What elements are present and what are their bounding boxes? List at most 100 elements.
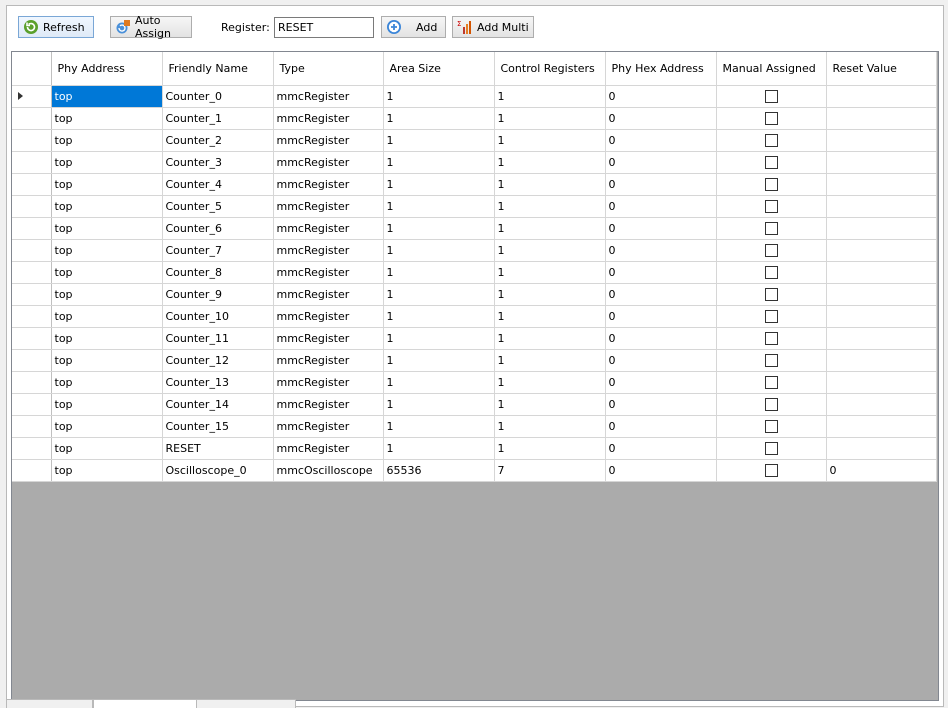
- row-header[interactable]: [12, 415, 52, 438]
- cell-reset-value[interactable]: [826, 151, 937, 174]
- cell-phy-hex-address[interactable]: 0: [605, 195, 717, 218]
- row-header[interactable]: [12, 151, 52, 174]
- cell-area-size[interactable]: 1: [383, 327, 495, 350]
- cell-control-registers[interactable]: 1: [494, 305, 606, 328]
- cell-phy-address[interactable]: top: [51, 459, 163, 482]
- cell-friendly-name[interactable]: Counter_13: [162, 371, 274, 394]
- cell-friendly-name[interactable]: Counter_12: [162, 349, 274, 372]
- cell-phy-hex-address[interactable]: 0: [605, 327, 717, 350]
- cell-reset-value[interactable]: [826, 85, 937, 108]
- manual-assigned-checkbox[interactable]: [764, 354, 778, 368]
- cell-phy-address[interactable]: top: [51, 305, 163, 328]
- tab-1[interactable]: [6, 699, 93, 708]
- cell-friendly-name[interactable]: Counter_3: [162, 151, 274, 174]
- row-header[interactable]: [12, 349, 52, 372]
- cell-type[interactable]: mmcRegister: [273, 151, 384, 174]
- cell-area-size[interactable]: 1: [383, 217, 495, 240]
- row-header[interactable]: [12, 195, 52, 218]
- table-row[interactable]: top Counter_0 mmcRegister 1 1 0: [12, 85, 937, 108]
- cell-control-registers[interactable]: 1: [494, 173, 606, 196]
- cell-control-registers[interactable]: 1: [494, 195, 606, 218]
- manual-assigned-checkbox[interactable]: [764, 222, 778, 236]
- cell-control-registers[interactable]: 1: [494, 415, 606, 438]
- cell-area-size[interactable]: 1: [383, 305, 495, 328]
- cell-area-size[interactable]: 1: [383, 371, 495, 394]
- cell-phy-hex-address[interactable]: 0: [605, 85, 717, 108]
- cell-phy-address[interactable]: top: [51, 129, 163, 152]
- manual-assigned-checkbox[interactable]: [764, 244, 778, 258]
- column-header[interactable]: Reset Value: [826, 52, 937, 86]
- manual-assigned-checkbox[interactable]: [764, 178, 778, 192]
- cell-phy-hex-address[interactable]: 0: [605, 371, 717, 394]
- cell-friendly-name[interactable]: Counter_4: [162, 173, 274, 196]
- cell-reset-value[interactable]: [826, 261, 937, 284]
- cell-reset-value[interactable]: [826, 283, 937, 306]
- cell-phy-address[interactable]: top: [51, 327, 163, 350]
- row-header[interactable]: [12, 283, 52, 306]
- register-grid[interactable]: Phy Address Friendly Name Type Area Size…: [11, 51, 939, 701]
- cell-control-registers[interactable]: 1: [494, 107, 606, 130]
- table-row[interactable]: top Counter_13 mmcRegister 1 1 0: [12, 371, 937, 394]
- cell-type[interactable]: mmcRegister: [273, 239, 384, 262]
- tab-2[interactable]: [93, 699, 197, 708]
- table-row[interactable]: top Counter_7 mmcRegister 1 1 0: [12, 239, 937, 262]
- cell-friendly-name[interactable]: Counter_2: [162, 129, 274, 152]
- cell-type[interactable]: mmcRegister: [273, 261, 384, 284]
- cell-area-size[interactable]: 1: [383, 283, 495, 306]
- cell-phy-hex-address[interactable]: 0: [605, 107, 717, 130]
- cell-phy-address[interactable]: top: [51, 393, 163, 416]
- table-row[interactable]: top Counter_4 mmcRegister 1 1 0: [12, 173, 937, 196]
- cell-type[interactable]: mmcOscilloscope: [273, 459, 384, 482]
- cell-control-registers[interactable]: 1: [494, 261, 606, 284]
- row-header[interactable]: [12, 393, 52, 416]
- row-header[interactable]: [12, 129, 52, 152]
- cell-area-size[interactable]: 1: [383, 107, 495, 130]
- cell-phy-address[interactable]: top: [51, 217, 163, 240]
- add-button[interactable]: Add: [381, 16, 446, 38]
- row-header[interactable]: [12, 437, 52, 460]
- cell-control-registers[interactable]: 1: [494, 393, 606, 416]
- cell-phy-address[interactable]: top: [51, 437, 163, 460]
- manual-assigned-checkbox[interactable]: [764, 200, 778, 214]
- manual-assigned-checkbox[interactable]: [764, 288, 778, 302]
- table-row[interactable]: top Counter_14 mmcRegister 1 1 0: [12, 393, 937, 416]
- cell-area-size[interactable]: 1: [383, 129, 495, 152]
- cell-area-size[interactable]: 1: [383, 239, 495, 262]
- cell-reset-value[interactable]: [826, 239, 937, 262]
- row-header[interactable]: [12, 217, 52, 240]
- cell-control-registers[interactable]: 1: [494, 85, 606, 108]
- cell-reset-value[interactable]: [826, 415, 937, 438]
- cell-phy-hex-address[interactable]: 0: [605, 283, 717, 306]
- row-header[interactable]: [12, 459, 52, 482]
- cell-type[interactable]: mmcRegister: [273, 217, 384, 240]
- cell-type[interactable]: mmcRegister: [273, 393, 384, 416]
- manual-assigned-checkbox[interactable]: [764, 134, 778, 148]
- row-header[interactable]: [12, 173, 52, 196]
- cell-friendly-name[interactable]: Counter_14: [162, 393, 274, 416]
- cell-control-registers[interactable]: 1: [494, 349, 606, 372]
- cell-phy-address[interactable]: top: [51, 371, 163, 394]
- cell-phy-hex-address[interactable]: 0: [605, 305, 717, 328]
- cell-reset-value[interactable]: [826, 107, 937, 130]
- row-header[interactable]: [12, 327, 52, 350]
- cell-phy-address[interactable]: top: [51, 195, 163, 218]
- row-header[interactable]: [12, 305, 52, 328]
- cell-reset-value[interactable]: [826, 437, 937, 460]
- manual-assigned-checkbox[interactable]: [764, 420, 778, 434]
- register-input[interactable]: [274, 17, 374, 38]
- cell-control-registers[interactable]: 1: [494, 239, 606, 262]
- auto-assign-button[interactable]: Auto Assign: [110, 14, 192, 40]
- cell-area-size[interactable]: 1: [383, 173, 495, 196]
- cell-type[interactable]: mmcRegister: [273, 173, 384, 196]
- cell-friendly-name[interactable]: Counter_9: [162, 283, 274, 306]
- cell-phy-hex-address[interactable]: 0: [605, 415, 717, 438]
- cell-reset-value[interactable]: [826, 349, 937, 372]
- manual-assigned-checkbox[interactable]: [764, 90, 778, 104]
- cell-control-registers[interactable]: 1: [494, 151, 606, 174]
- column-header[interactable]: Phy Address: [51, 52, 163, 86]
- column-header[interactable]: Phy Hex Address: [605, 52, 717, 86]
- refresh-button[interactable]: Refresh: [18, 16, 94, 38]
- table-row[interactable]: top Counter_2 mmcRegister 1 1 0: [12, 129, 937, 152]
- manual-assigned-checkbox[interactable]: [764, 398, 778, 412]
- row-header[interactable]: [12, 85, 52, 108]
